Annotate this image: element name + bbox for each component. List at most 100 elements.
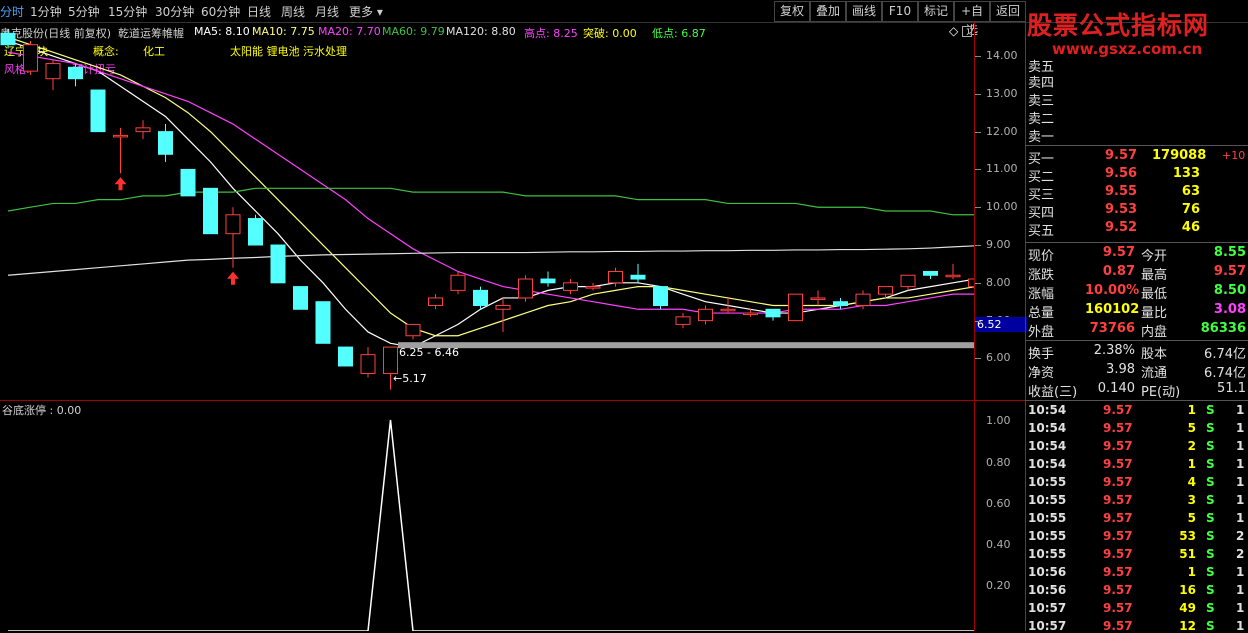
stat-value: 160102: [1085, 302, 1140, 317]
ma-line-ma10: [7, 36, 975, 337]
tick-volume: 16: [1179, 583, 1196, 597]
tab-period-7[interactable]: 周线: [281, 3, 305, 20]
candle: [315, 301, 331, 344]
buy-volume: 133: [1172, 166, 1200, 181]
candle-body: [788, 293, 803, 322]
tick-time: 10:54: [1028, 457, 1067, 471]
candle: [765, 308, 781, 321]
tick-count: 1: [1236, 511, 1245, 525]
tab-period-2[interactable]: 5分钟: [68, 3, 100, 20]
tab-period-more[interactable]: 更多 ▾: [349, 3, 383, 20]
draw-line-button[interactable]: 画线: [846, 1, 882, 22]
tick-count: 1: [1236, 493, 1245, 507]
tab-period-1[interactable]: 1分钟: [30, 3, 62, 20]
tick-price: 9.57: [1103, 421, 1133, 435]
tick-count: 2: [1236, 529, 1245, 543]
tick-price: 9.57: [1103, 601, 1133, 615]
candle: [23, 40, 38, 75]
fund-label: 股本: [1141, 347, 1168, 362]
low-mark-value: 5.17: [402, 372, 427, 385]
candle: [563, 279, 578, 295]
tick-side: S: [1206, 493, 1215, 507]
mark-button[interactable]: 标记: [918, 1, 954, 22]
candle-body: [810, 297, 826, 300]
restore-rights-button[interactable]: 复权: [774, 1, 810, 22]
tab-period-8[interactable]: 月线: [315, 3, 339, 20]
candle: [653, 286, 668, 310]
candle: [68, 63, 83, 87]
tick-time: 10:55: [1028, 475, 1067, 489]
candle: [810, 290, 826, 306]
back-button[interactable]: 返回: [990, 1, 1026, 22]
tick-side: S: [1206, 601, 1215, 615]
stat-value: 0.87: [1102, 264, 1135, 279]
tick-time: 10:56: [1028, 565, 1067, 579]
tick-time: 10:55: [1028, 529, 1067, 543]
candle-body: [833, 301, 848, 307]
tick-side: S: [1206, 511, 1215, 525]
stat-label: 最高: [1141, 268, 1168, 283]
candle-body: [383, 346, 398, 375]
buy-label: 买五: [1028, 224, 1055, 239]
overlay-button[interactable]: 叠加: [810, 1, 846, 22]
tab-period-5[interactable]: 60分钟: [201, 3, 240, 20]
candle-body: [203, 187, 218, 235]
candle-body: [113, 134, 128, 138]
tick-volume: 49: [1179, 601, 1196, 615]
tick-side: S: [1206, 475, 1215, 489]
candle-body: [675, 316, 691, 325]
stat-label: 最低: [1141, 287, 1168, 302]
candle-body: [45, 63, 61, 80]
candle: [473, 286, 488, 310]
range-annotation: 6.25 - 6.46: [399, 346, 459, 359]
tick-time: 10:55: [1028, 493, 1067, 507]
f10-button[interactable]: F10: [882, 1, 918, 22]
tick-price: 9.57: [1103, 529, 1133, 543]
candle-body: [293, 286, 308, 310]
stat-value: 73766: [1089, 321, 1135, 336]
candle-body: [923, 270, 938, 276]
stat-value: 10.00%: [1085, 283, 1140, 298]
tick-time: 10:55: [1028, 511, 1067, 525]
tick-price: 9.57: [1103, 439, 1133, 453]
tab-period-3[interactable]: 15分钟: [108, 3, 147, 20]
tick-time: 10:54: [1028, 403, 1067, 417]
buy-volume: 46: [1181, 220, 1200, 235]
candle-body: [473, 289, 488, 307]
valley-signal-line: [8, 419, 975, 631]
tick-price: 9.57: [1103, 547, 1133, 561]
sell-label: 卖四: [1028, 76, 1055, 91]
stat-value: 86336: [1200, 321, 1246, 336]
valley-limit-up-chart[interactable]: [0, 400, 975, 631]
tick-side: S: [1206, 403, 1215, 417]
candle-body: [608, 270, 623, 284]
tab-period-0[interactable]: 分时: [0, 3, 24, 20]
stat-value: 9.57: [1213, 264, 1246, 279]
panel-divider: [0, 400, 1025, 401]
price-tick: 14.00: [986, 49, 1018, 63]
sub-axis-tick: 0.20: [986, 579, 1011, 592]
candle: [450, 271, 466, 295]
tab-period-4[interactable]: 30分钟: [155, 3, 194, 20]
sell-label: 卖一: [1028, 130, 1055, 145]
price-tick: 9.00: [986, 238, 1011, 252]
candle: [45, 59, 61, 91]
tick-count: 1: [1236, 565, 1245, 579]
tick-count: 1: [1236, 457, 1245, 471]
add-watchlist-button[interactable]: +自选: [954, 1, 990, 37]
tick-price: 9.57: [1103, 511, 1133, 525]
candle: [833, 297, 848, 310]
candle: [900, 274, 916, 291]
candlestick-chart[interactable]: [0, 22, 975, 400]
buy-arrow-icon: [114, 177, 127, 191]
fund-label: 流通: [1141, 366, 1168, 381]
low-annotation: ←5.17: [393, 372, 427, 385]
tick-volume: 3: [1187, 493, 1196, 507]
price-tick: 12.00: [986, 124, 1018, 138]
tab-period-6[interactable]: 日线: [247, 3, 271, 20]
candle: [360, 347, 376, 378]
fund-label: PE(动): [1141, 385, 1181, 400]
candle: [923, 270, 938, 280]
buy-label: 买三: [1028, 188, 1055, 203]
divider: [1025, 145, 1248, 146]
